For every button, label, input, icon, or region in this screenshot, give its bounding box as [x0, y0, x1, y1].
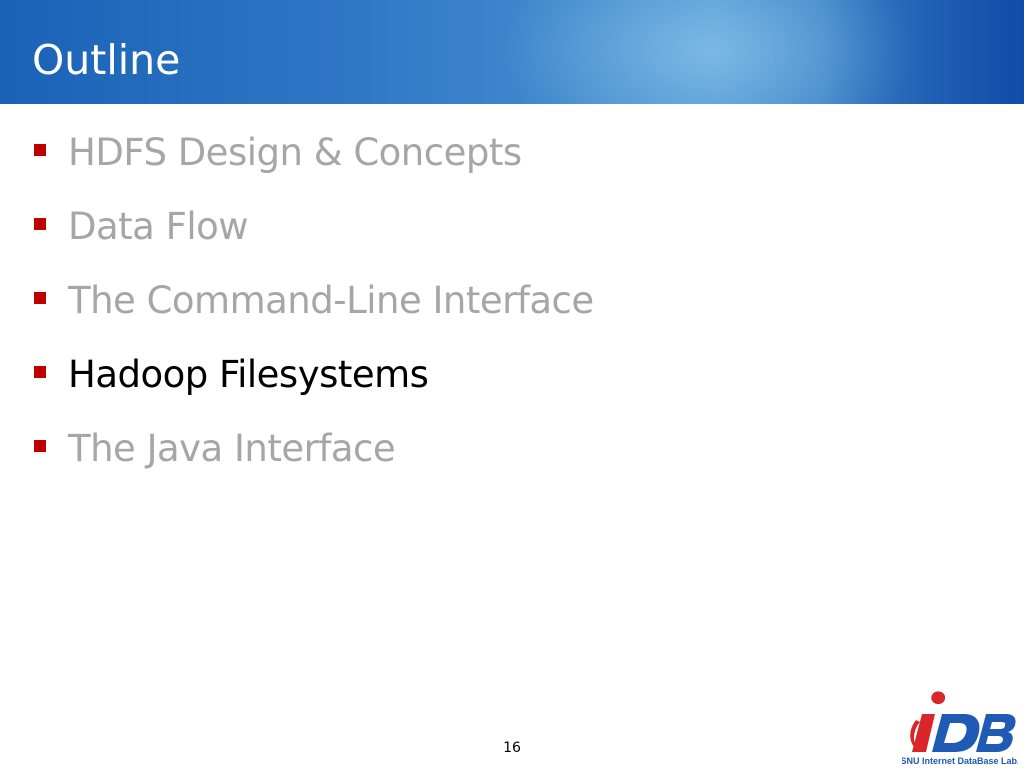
- title-bar: Outline: [0, 0, 1024, 104]
- square-bullet-icon: [34, 366, 46, 378]
- square-bullet-icon: [34, 144, 46, 156]
- outline-item-label: The Command-Line Interface: [68, 279, 594, 322]
- outline-item-label: The Java Interface: [68, 427, 396, 470]
- outline-item-java-interface: The Java Interface: [0, 424, 1024, 476]
- idb-logo-icon: SNU Internet DataBase Lab.: [902, 691, 1018, 766]
- logo-caption: SNU Internet DataBase Lab.: [902, 756, 1018, 766]
- outline-item-label: HDFS Design & Concepts: [68, 131, 522, 174]
- title-bar-shade: [824, 0, 1024, 104]
- square-bullet-icon: [34, 218, 46, 230]
- outline-item-command-line: The Command-Line Interface: [0, 276, 1024, 328]
- square-bullet-icon: [34, 440, 46, 452]
- outline-item-label-current: Hadoop Filesystems: [68, 353, 429, 396]
- logo-d-letter-icon: [932, 714, 980, 752]
- slide-title: Outline: [32, 36, 181, 84]
- square-bullet-icon: [34, 292, 46, 304]
- outline-item-hdfs-design: HDFS Design & Concepts: [0, 128, 1024, 180]
- logo-b-letter-icon: [976, 714, 1016, 752]
- logo-dot-icon: [931, 691, 946, 705]
- outline-item-data-flow: Data Flow: [0, 202, 1024, 254]
- page-number: 16: [503, 740, 521, 756]
- outline-item-hadoop-filesystems: Hadoop Filesystems: [0, 350, 1024, 402]
- outline-item-label: Data Flow: [68, 205, 249, 248]
